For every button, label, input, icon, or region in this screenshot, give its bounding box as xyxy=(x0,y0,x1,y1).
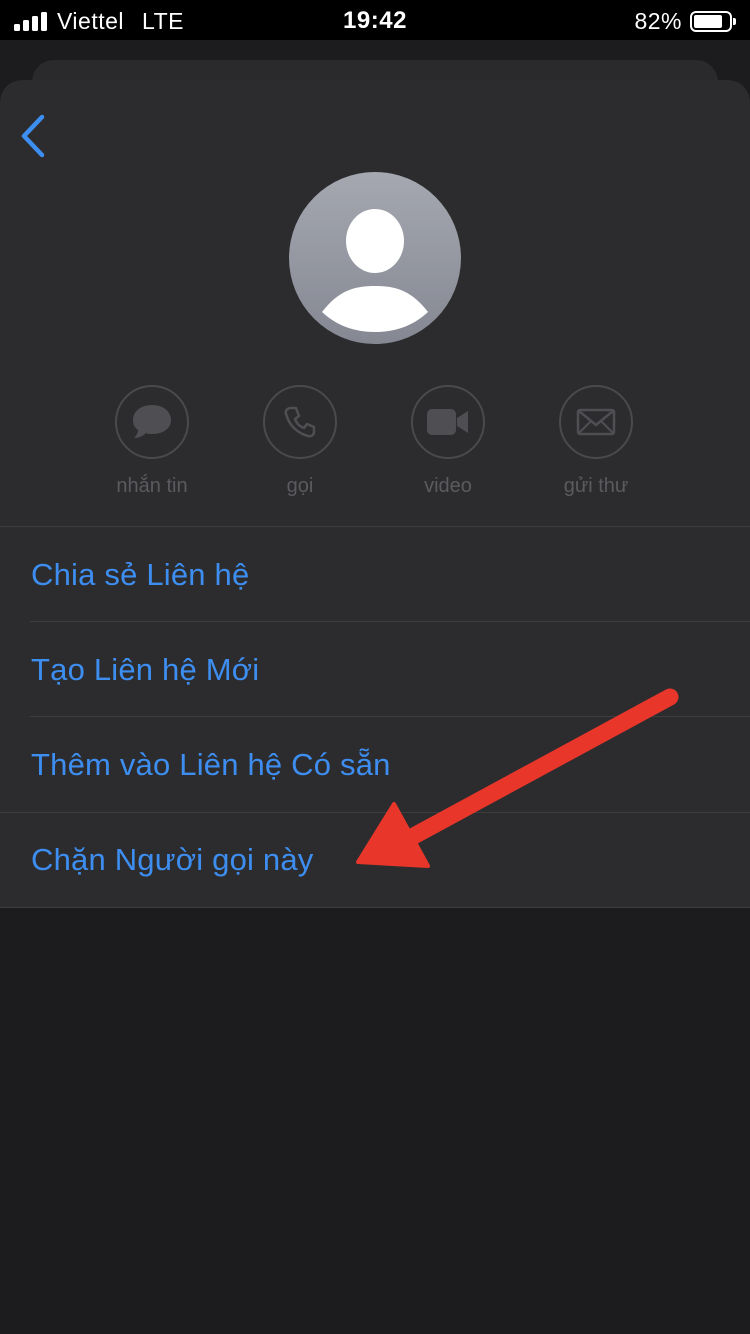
envelope-icon xyxy=(576,408,616,436)
contact-options-menu: Chia sẻ Liên hệ Tạo Liên hệ Mới Thêm vào… xyxy=(0,526,750,908)
block-caller-label: Chặn Người gọi này xyxy=(31,842,314,877)
video-action[interactable]: video xyxy=(374,385,522,505)
message-action-circle xyxy=(115,385,189,459)
add-to-existing-contact-item[interactable]: Thêm vào Liên hệ Có sẵn xyxy=(0,717,750,812)
message-action-label: nhắn tin xyxy=(116,475,188,497)
chevron-left-icon xyxy=(21,114,45,158)
create-new-contact-label: Tạo Liên hệ Mới xyxy=(31,651,260,687)
share-contact-label: Chia sẻ Liên hệ xyxy=(31,556,250,592)
status-bar-right: 82% xyxy=(634,7,736,34)
cellular-signal-icon xyxy=(14,11,47,31)
block-caller-item[interactable]: Chặn Người gọi này xyxy=(0,813,750,908)
block-caller-group: Chặn Người gọi này xyxy=(0,812,750,908)
back-button[interactable] xyxy=(10,106,56,166)
battery-icon xyxy=(690,10,736,32)
add-to-existing-contact-label: Thêm vào Liên hệ Có sẵn xyxy=(31,746,391,782)
battery-percent: 82% xyxy=(634,7,682,34)
carrier-name: Viettel xyxy=(57,7,125,34)
video-camera-icon xyxy=(427,409,468,435)
video-action-label: video xyxy=(424,475,472,497)
video-action-circle xyxy=(411,385,485,459)
phone-icon xyxy=(284,406,316,438)
contact-sheet: nhắn tin gọi video gửi thư Chia sẻ Liên … xyxy=(0,80,750,1334)
call-action-label: gọi xyxy=(286,475,314,497)
mail-action-circle xyxy=(559,385,633,459)
call-action-circle xyxy=(263,385,337,459)
mail-action[interactable]: gửi thư xyxy=(522,385,670,505)
message-bubble-icon xyxy=(133,405,171,438)
call-action[interactable]: gọi xyxy=(226,385,374,505)
create-new-contact-item[interactable]: Tạo Liên hệ Mới xyxy=(0,622,750,717)
person-silhouette-icon xyxy=(322,209,428,332)
battery-fill xyxy=(694,14,722,28)
share-contact-item[interactable]: Chia sẻ Liên hệ xyxy=(0,527,750,622)
network-type: LTE xyxy=(142,7,184,34)
message-action[interactable]: nhắn tin xyxy=(78,385,226,505)
status-bar: Viettel LTE 19:42 82% xyxy=(0,0,750,40)
quick-actions: nhắn tin gọi video gửi thư xyxy=(78,385,670,505)
screen: Viettel LTE 19:42 82% nhắn tin gọi video… xyxy=(0,0,750,1334)
contact-avatar xyxy=(289,172,461,344)
mail-action-label: gửi thư xyxy=(563,475,629,497)
status-bar-left: Viettel LTE xyxy=(14,8,184,34)
